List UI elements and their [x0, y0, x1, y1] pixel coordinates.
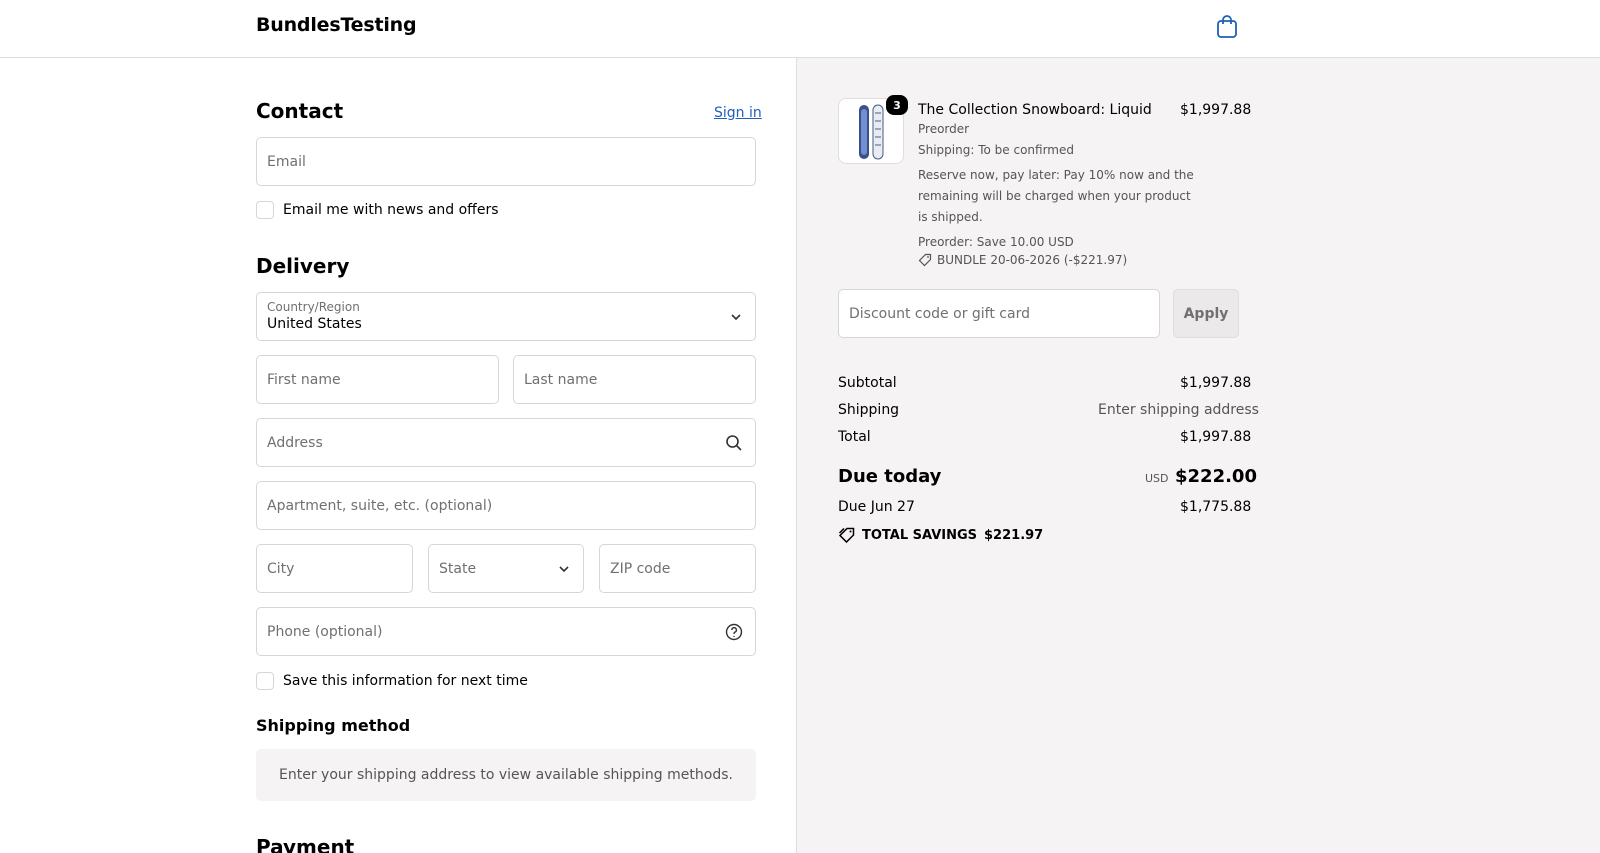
due-today-value: $222.00	[1175, 466, 1257, 487]
product-name: The Collection Snowboard: Liquid	[918, 102, 1152, 118]
due-today-currency: USD	[1145, 472, 1169, 485]
payment-heading: Payment	[256, 835, 355, 853]
city-field[interactable]: City	[256, 544, 413, 593]
last-name-placeholder: Last name	[524, 371, 598, 388]
bundle-discount: BUNDLE 20-06-2026 (-$221.97)	[918, 253, 1127, 267]
country-select[interactable]: Country/Region United States	[256, 292, 756, 341]
address-placeholder: Address	[267, 434, 323, 451]
help-circle-icon[interactable]	[725, 623, 743, 641]
preorder-savings: Preorder: Save 10.00 USD	[918, 235, 1074, 249]
total-value: $1,997.88	[1180, 429, 1252, 445]
shipping-status: Shipping: To be confirmed	[918, 143, 1074, 157]
state-placeholder: State	[439, 560, 477, 577]
savings-tag-icon	[838, 527, 855, 543]
total-savings-label: TOTAL SAVINGS	[862, 527, 978, 543]
chevron-down-icon	[731, 313, 741, 320]
product-variant: Preorder	[918, 122, 970, 136]
total-savings: TOTAL SAVINGS $221.97	[838, 527, 1043, 543]
email-field[interactable]: Email	[256, 137, 756, 186]
address-field[interactable]: Address	[256, 418, 756, 467]
total-label: Total	[838, 429, 871, 445]
country-value: United States	[267, 316, 362, 332]
product-price: $1,997.88	[1180, 102, 1252, 118]
apartment-placeholder: Apartment, suite, etc. (optional)	[267, 497, 493, 514]
discount-code-placeholder: Discount code or gift card	[849, 305, 1030, 322]
shipping-value: Enter shipping address	[1098, 402, 1259, 418]
news-offers-label: Email me with news and offers	[283, 202, 499, 218]
reserve-note-line-3: is shipped.	[918, 210, 983, 224]
last-name-field[interactable]: Last name	[513, 355, 756, 404]
first-name-field[interactable]: First name	[256, 355, 499, 404]
shipping-label: Shipping	[838, 402, 900, 418]
zip-code-field[interactable]: ZIP code	[599, 544, 756, 593]
due-today-label: Due today	[838, 466, 942, 487]
shipping-method-notice: Enter your shipping address to view avai…	[256, 749, 756, 801]
search-icon	[726, 434, 742, 451]
city-placeholder: City	[267, 560, 295, 577]
store-brand[interactable]: BundlesTesting	[256, 14, 417, 36]
apply-button[interactable]: Apply	[1173, 289, 1239, 338]
contact-heading: Contact	[256, 99, 344, 123]
subtotal-value: $1,997.88	[1180, 375, 1252, 391]
save-info-option[interactable]: Save this information for next time	[256, 672, 528, 690]
due-later-value: $1,775.88	[1180, 499, 1252, 515]
apartment-field[interactable]: Apartment, suite, etc. (optional)	[256, 481, 756, 530]
first-name-placeholder: First name	[267, 371, 341, 388]
phone-field[interactable]: Phone (optional)	[256, 607, 756, 656]
bundle-discount-label: BUNDLE 20-06-2026 (-$221.97)	[937, 253, 1128, 267]
save-info-label: Save this information for next time	[283, 673, 528, 689]
news-offers-option[interactable]: Email me with news and offers	[256, 201, 499, 219]
reserve-note-line-2: remaining will be charged when your prod…	[918, 189, 1191, 203]
news-offers-checkbox[interactable]	[256, 201, 274, 219]
discount-code-field[interactable]: Discount code or gift card	[838, 289, 1160, 338]
chevron-down-icon	[559, 565, 569, 572]
subtotal-label: Subtotal	[838, 375, 897, 391]
delivery-heading: Delivery	[256, 254, 350, 278]
save-info-checkbox[interactable]	[256, 672, 274, 690]
reserve-note-line-1: Reserve now, pay later: Pay 10% now and …	[918, 168, 1194, 182]
header: BundlesTesting	[0, 0, 1600, 58]
email-placeholder: Email	[267, 153, 306, 170]
shopping-bag-icon[interactable]	[1215, 13, 1239, 39]
state-select[interactable]: State	[428, 544, 584, 593]
phone-placeholder: Phone (optional)	[267, 623, 383, 640]
shipping-method-heading: Shipping method	[256, 716, 411, 735]
tag-icon	[918, 253, 932, 267]
total-savings-value: $221.97	[984, 527, 1044, 543]
due-later-label: Due Jun 27	[838, 499, 915, 515]
sign-in-link[interactable]: Sign in	[714, 105, 762, 121]
zip-code-placeholder: ZIP code	[610, 560, 671, 577]
quantity-badge: 3	[886, 95, 908, 115]
country-label: Country/Region	[267, 300, 360, 314]
